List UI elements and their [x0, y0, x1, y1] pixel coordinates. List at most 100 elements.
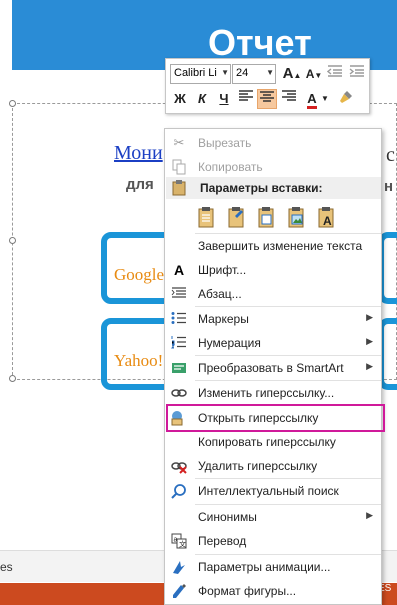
link-icon [171, 385, 187, 401]
paragraph-icon [171, 286, 187, 302]
menu-item-font[interactable]: A Шрифт... [165, 258, 381, 282]
svg-text:A: A [323, 214, 332, 228]
paste-use-destination-theme-button[interactable] [195, 205, 217, 229]
font-color-icon: A [307, 92, 317, 109]
font-icon: A [173, 262, 185, 278]
align-center-icon [260, 91, 274, 102]
paste-embed-icon [258, 207, 274, 228]
format-shape-icon [171, 583, 187, 599]
menu-item-synonyms[interactable]: Синонимы ▶ [165, 505, 381, 529]
menu-item-label: Синонимы [198, 510, 257, 524]
font-color-button[interactable]: A [302, 89, 322, 109]
menu-item-label: Параметры анимации... [198, 560, 331, 574]
increase-indent-icon [349, 65, 364, 77]
notes-text: es [0, 560, 13, 574]
font-name-combo[interactable]: Calibri Li ▼ [170, 64, 231, 84]
animation-icon [171, 559, 187, 575]
menu-item-label: Нумерация [198, 336, 261, 350]
italic-button[interactable]: К [192, 89, 212, 109]
google-label: Google [114, 265, 165, 284]
align-center-button[interactable] [257, 89, 277, 109]
chevron-down-icon[interactable]: ▼ [320, 89, 330, 109]
menu-item-remove-hyperlink[interactable]: Удалить гиперссылку [165, 454, 381, 478]
align-left-icon [239, 90, 253, 101]
font-name-value: Calibri Li [174, 67, 217, 79]
shrink-font-button[interactable]: A▼ [304, 64, 324, 84]
menu-item-finish-edit[interactable]: Завершить изменение текста [165, 234, 381, 258]
menu-item-label: Формат фигуры... [198, 584, 297, 598]
font-size-value: 24 [236, 67, 249, 79]
copy-icon [171, 159, 187, 175]
menu-item-edit-hyperlink[interactable]: Изменить гиперссылку... [165, 381, 381, 405]
yahoo-label: Yahoo! [114, 351, 164, 370]
resize-handle[interactable] [9, 100, 16, 107]
paste-picture-icon [288, 207, 304, 228]
bold-button[interactable]: Ж [170, 89, 190, 109]
smart-lookup-icon [171, 483, 187, 499]
menu-item-convert-smartart[interactable]: Преобразовать в SmartArt ▶ [165, 356, 381, 380]
paste-icon [198, 207, 214, 228]
menu-item-paragraph[interactable]: Абзац... [165, 282, 381, 306]
align-right-button[interactable] [279, 89, 299, 109]
menu-item-cut[interactable]: ✂ Вырезать [165, 131, 381, 155]
resize-handle[interactable] [9, 375, 16, 382]
paste-text-only-icon: A [318, 207, 334, 228]
underline-button[interactable]: Ч [214, 89, 234, 109]
increase-indent-button[interactable] [347, 64, 367, 84]
menu-item-label: Копировать гиперссылку [198, 435, 336, 449]
smartart-icon [171, 360, 187, 376]
menu-item-bullets[interactable]: Маркеры ▶ [165, 307, 381, 331]
chevron-right-icon: ▶ [366, 361, 373, 371]
paste-format-icon [228, 207, 244, 228]
align-left-button[interactable] [236, 89, 256, 109]
menu-item-label: Удалить гиперссылку [198, 459, 318, 473]
chevron-down-icon[interactable]: ▼ [266, 68, 274, 77]
menu-item-label: Маркеры [198, 312, 249, 326]
translate-icon: a文 [171, 533, 187, 549]
svg-text:a: a [174, 537, 178, 544]
chevron-right-icon: ▶ [366, 336, 373, 346]
slide-text-fragment: н [384, 178, 394, 195]
format-painter-button[interactable] [336, 89, 356, 109]
paste-text-only-button[interactable]: A [315, 205, 337, 229]
chevron-down-icon[interactable]: ▼ [221, 68, 229, 77]
remove-link-icon [171, 458, 187, 474]
slide-subtitle: для [126, 176, 154, 193]
menu-item-label: Копировать [198, 160, 263, 174]
menu-item-label: Абзац... [198, 287, 242, 301]
decrease-indent-button[interactable] [325, 64, 345, 84]
highlight-annotation-box [166, 404, 385, 432]
grow-font-button[interactable]: A▲ [282, 64, 302, 84]
clipboard-icon [171, 180, 187, 196]
menu-item-numbering[interactable]: Нумерация ▶ [165, 331, 381, 355]
hyperlink-text[interactable]: Мони [114, 142, 163, 165]
paste-picture-button[interactable] [285, 205, 307, 229]
menu-item-copy[interactable]: Копировать [165, 155, 381, 179]
paste-keep-source-formatting-button[interactable] [225, 205, 247, 229]
menu-item-label: Вырезать [198, 136, 252, 150]
menu-item-animation-options[interactable]: Параметры анимации... [165, 555, 381, 579]
paste-options-header: Параметры вставки: [166, 177, 381, 199]
decrease-indent-icon [326, 65, 342, 77]
scissors-icon: ✂ [173, 135, 185, 150]
context-menu: ✂ Вырезать Копировать Параметры вставки:… [164, 128, 385, 605]
paste-embed-button[interactable] [255, 205, 277, 229]
mini-toolbar: Calibri Li ▼ 24 ▼ A▲ A▼ Ж К Ч A ▼ [165, 58, 370, 114]
menu-item-format-shape[interactable]: Формат фигуры... [165, 579, 381, 603]
chevron-right-icon: ▶ [366, 312, 373, 322]
slide-text-fragment: с [386, 144, 395, 166]
resize-handle[interactable] [9, 237, 16, 244]
font-size-combo[interactable]: 24 ▼ [232, 64, 276, 84]
menu-item-label: Изменить гиперссылку... [198, 386, 335, 400]
menu-item-copy-hyperlink[interactable]: Копировать гиперссылку [165, 430, 381, 454]
menu-item-smart-lookup[interactable]: Интеллектуальный поиск [165, 479, 381, 503]
chevron-right-icon: ▶ [366, 510, 373, 520]
align-right-icon [282, 90, 296, 101]
svg-text:文: 文 [179, 540, 186, 549]
menu-item-label: Завершить изменение текста [198, 239, 363, 253]
menu-item-label: Шрифт... [198, 263, 247, 277]
menu-item-label: Перевод [198, 534, 247, 548]
menu-item-translate[interactable]: a文 Перевод [165, 529, 381, 553]
numbering-icon [171, 335, 187, 351]
bullets-icon [171, 311, 187, 327]
